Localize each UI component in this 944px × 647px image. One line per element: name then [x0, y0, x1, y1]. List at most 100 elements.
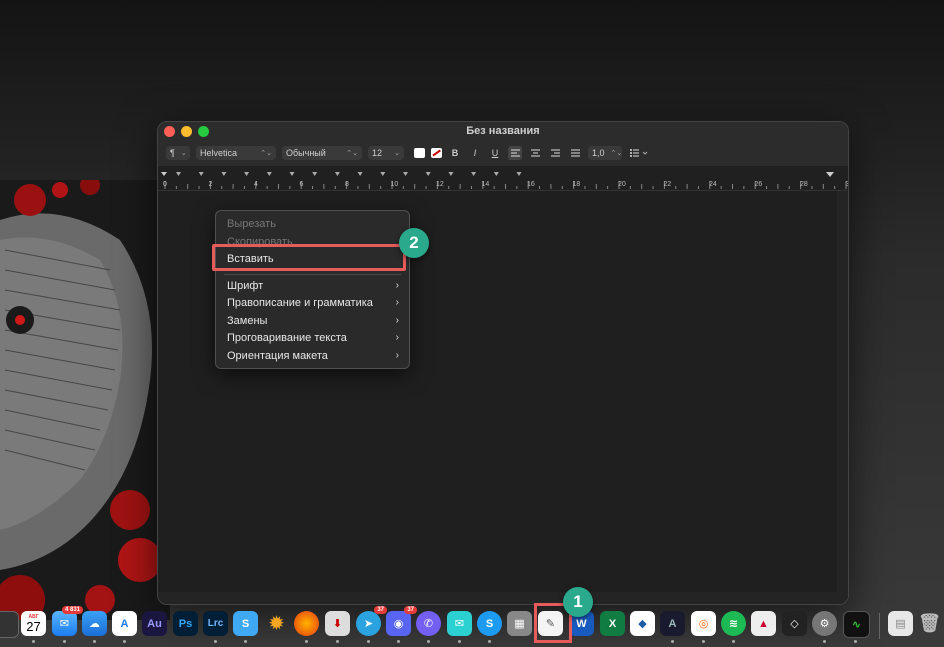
ruler-number: 0 [163, 181, 167, 188]
skype-icon[interactable]: S [477, 611, 502, 636]
tab-stop-marker [493, 172, 499, 176]
menu-item-layout-orientation[interactable]: Ориентация макета › [227, 348, 399, 364]
messenger-icon[interactable]: ✉ [447, 611, 472, 636]
running-indicator [823, 640, 826, 643]
calendar-day: 27 [26, 618, 41, 634]
menu-item-substitutions[interactable]: Замены › [227, 313, 399, 329]
ruler-number: 12 [436, 181, 444, 188]
tab-stop-marker [334, 172, 340, 176]
activity-monitor-icon[interactable]: ∿ [843, 611, 870, 638]
lightroom-icon[interactable]: Lrc [203, 611, 228, 636]
menu-separator [224, 274, 401, 275]
running-indicator [32, 640, 35, 643]
app-store-icon[interactable]: A [112, 611, 137, 636]
align-center-icon[interactable] [528, 146, 542, 160]
font-family-value: Helvetica [200, 148, 238, 158]
excel-icon[interactable]: X [600, 611, 625, 636]
tab-stop-marker [425, 172, 431, 176]
vertical-scrollbar[interactable] [837, 191, 848, 604]
document-stack-icon[interactable]: ▤ [888, 611, 913, 636]
paste-highlight-box [212, 244, 406, 271]
audition-icon[interactable]: Au [142, 611, 167, 636]
discord-icon[interactable]: ◉ 37 [386, 606, 417, 636]
ruler-number: 3 [846, 181, 849, 188]
running-indicator [214, 640, 217, 643]
system-preferences-icon[interactable]: ⚙ [812, 611, 837, 636]
sun-app-icon[interactable]: ✹ [264, 611, 289, 636]
font-style-popup[interactable]: Обычный ⌃⌄ [282, 146, 362, 160]
horizontal-scrollbar[interactable] [158, 592, 848, 604]
font-family-popup[interactable]: Helvetica ⌃⌄ [196, 146, 276, 160]
affinity-photo-icon[interactable]: ▲ [751, 611, 776, 636]
running-indicator [336, 640, 339, 643]
italic-button[interactable]: I [468, 146, 482, 160]
ruler[interactable]: 02468101214161820222426283 [158, 166, 848, 191]
tab-stop-marker [312, 172, 318, 176]
cube-app-icon[interactable]: ◇ [782, 611, 807, 636]
menu-item-label: Шрифт [227, 280, 264, 292]
window-titlebar: Без названия ¶ ⌄ Helvetica ⌃⌄ Обычный ⌃⌄ 12… [158, 122, 848, 167]
font-size-popup[interactable]: 12 ⌄ [368, 146, 404, 160]
menu-item-speech[interactable]: Проговаривание текста › [227, 330, 399, 346]
calendar-icon[interactable]: АВГ 27 [21, 611, 46, 636]
tab-stop-marker [357, 172, 363, 176]
chevron-right-icon: › [395, 315, 399, 326]
format-toolbar: ¶ ⌄ Helvetica ⌃⌄ Обычный ⌃⌄ 12 ⌄ B I U 1… [166, 146, 650, 160]
running-indicator [458, 640, 461, 643]
underline-button[interactable]: U [488, 146, 502, 160]
ruler-number: 24 [709, 181, 717, 188]
line-spacing-popup[interactable]: 1,0 ⌃⌄ [588, 146, 622, 160]
terminal-icon[interactable] [0, 611, 19, 638]
mail-badge: 4 831 [61, 606, 83, 614]
tab-stop-marker [380, 172, 386, 176]
context-menu: Вырезать Скопировать Вставить Шрифт › Пр… [215, 210, 410, 369]
viber-icon[interactable]: ✆ [416, 611, 441, 636]
align-justify-icon[interactable] [568, 146, 582, 160]
telegram-badge: 37 [374, 606, 387, 614]
calculator-icon[interactable]: ▦ [507, 611, 532, 636]
align-left-icon[interactable] [508, 146, 522, 160]
photoshop-icon[interactable]: Ps [173, 611, 198, 636]
menu-item-label: Правописание и грамматика [227, 297, 373, 309]
running-indicator [123, 640, 126, 643]
transmit-icon[interactable]: ⬇ [325, 611, 350, 636]
menu-item-spelling[interactable]: Правописание и грамматика › [227, 295, 399, 311]
align-right-icon[interactable] [548, 146, 562, 160]
running-indicator [244, 640, 247, 643]
ruler-number: 26 [754, 181, 763, 188]
ruler-number: 28 [800, 181, 808, 188]
menu-item-cut[interactable]: Вырезать [227, 216, 399, 232]
menu-item-label: Проговаривание текста [227, 332, 347, 344]
weather-icon[interactable]: ☁ [82, 611, 107, 636]
ruler-number: 6 [299, 181, 304, 188]
affinity-icon[interactable]: A [660, 611, 685, 636]
tab-stop-marker [403, 172, 408, 176]
firefox-icon[interactable] [294, 611, 319, 636]
ruler-number: 10 [390, 181, 399, 188]
dock: АВГ 27 ✉ 4 831 ☁ A Au Ps Lrc S ✹ ⬇ ➤ 37 ◉ 3… [0, 605, 944, 647]
spotify-icon[interactable]: ≋ [721, 611, 746, 636]
ruler-ticks [161, 172, 847, 189]
menu-item-font[interactable]: Шрифт › [227, 278, 399, 294]
ruler-number: 14 [481, 181, 490, 188]
kaspersky-icon[interactable]: ◆ [630, 611, 655, 636]
trash-icon[interactable]: 🗑 [917, 611, 942, 636]
background-color-well[interactable] [431, 148, 442, 158]
tab-stop-marker [244, 172, 250, 176]
music-app-icon[interactable]: ◎ [691, 611, 716, 636]
chevron-right-icon: › [395, 332, 399, 343]
ruler-number: 8 [345, 181, 349, 188]
tab-stop-marker [289, 172, 295, 176]
chevron-right-icon: › [395, 350, 399, 361]
desktop-wallpaper [0, 180, 170, 620]
running-indicator [671, 640, 674, 643]
telegram-icon[interactable]: ➤ 37 [356, 606, 387, 636]
list-bullets-icon[interactable] [628, 146, 650, 160]
tab-stop-marker [471, 172, 477, 176]
paragraph-style-popup[interactable]: ¶ ⌄ [166, 146, 190, 160]
mail-icon[interactable]: ✉ 4 831 [52, 606, 83, 636]
bold-button[interactable]: B [448, 146, 462, 160]
text-color-well[interactable] [414, 148, 425, 158]
s-app-icon[interactable]: S [233, 611, 258, 636]
running-indicator [732, 640, 735, 643]
